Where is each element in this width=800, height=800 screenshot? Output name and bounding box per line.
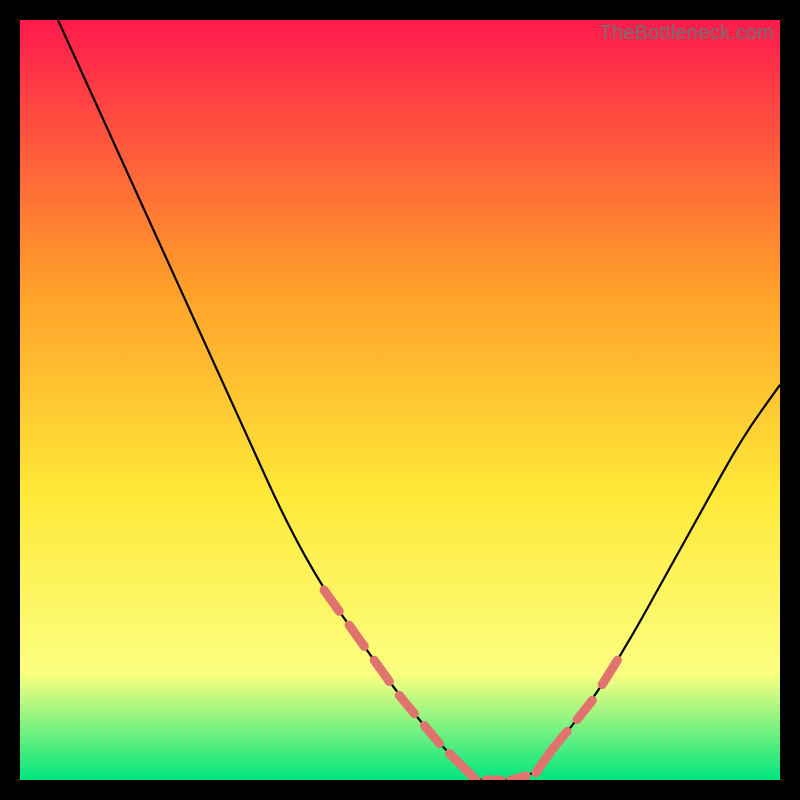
watermark-text: TheBottleneck.com: [599, 22, 774, 45]
chart-canvas: [20, 20, 780, 780]
chart-frame: TheBottleneck.com: [20, 20, 780, 780]
gradient-background: [20, 20, 780, 780]
